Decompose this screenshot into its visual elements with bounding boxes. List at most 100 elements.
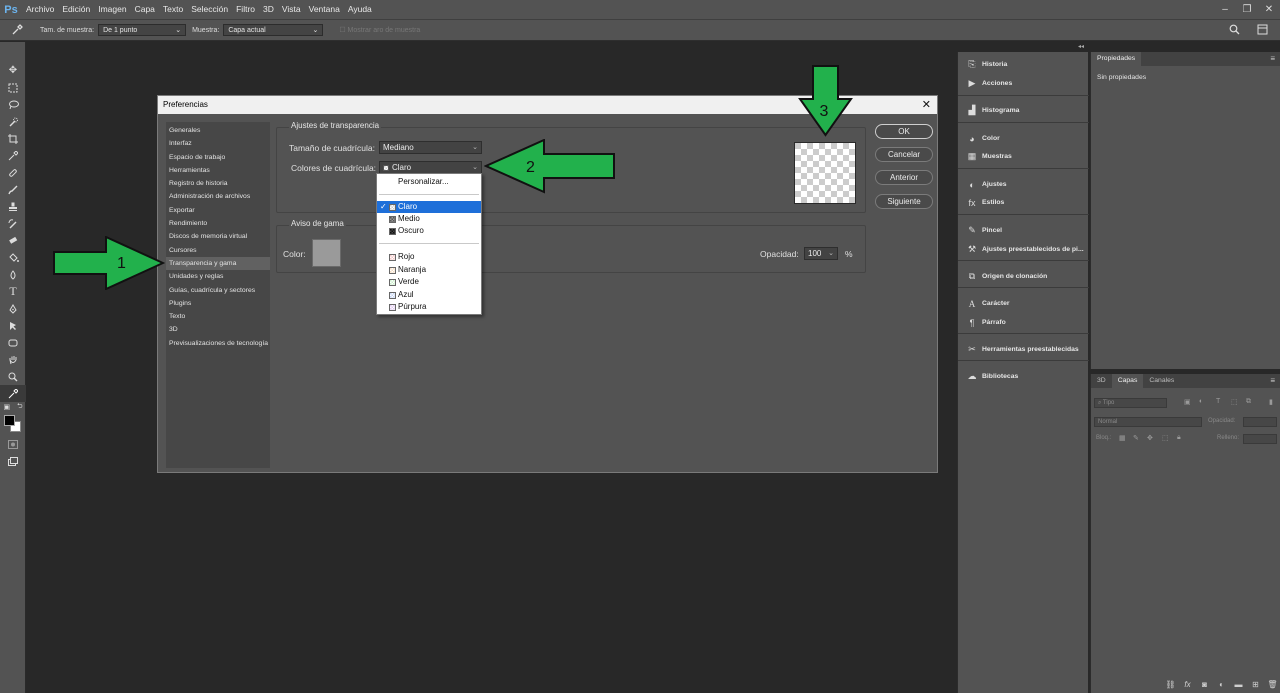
clone-stamp-tool-icon[interactable] <box>0 198 26 215</box>
menu-texto[interactable]: Texto <box>159 0 187 19</box>
dropdown-item-rojo[interactable]: Rojo <box>377 251 481 263</box>
blend-mode-select[interactable]: Normal <box>1094 417 1202 427</box>
dock-item-ajustes-preestablecidos-pincel[interactable]: ⚒ Ajustes preestablecidos de pi... <box>958 241 1089 258</box>
dropdown-item-medio[interactable]: Medio <box>377 213 481 225</box>
category-discos-de-memoria-virtual[interactable]: Discos de memoria virtual <box>166 230 270 243</box>
filter-smart-object-icon[interactable]: ⧉ <box>1246 398 1251 406</box>
dropdown-item-azul[interactable]: Azul <box>377 289 481 301</box>
hand-tool-icon[interactable] <box>0 351 26 368</box>
tab-canales[interactable]: Canales <box>1143 374 1180 388</box>
history-brush-tool-icon[interactable] <box>0 215 26 232</box>
category-interfaz[interactable]: Interfaz <box>166 137 270 150</box>
move-tool-icon[interactable]: ✥ <box>0 62 26 79</box>
category-espacio-de-trabajo[interactable]: Espacio de trabajo <box>166 151 270 164</box>
category-plugins[interactable]: Plugins <box>166 297 270 310</box>
rectangle-tool-icon[interactable] <box>0 334 26 351</box>
new-adjustment-icon[interactable]: ◐ <box>1213 680 1230 689</box>
dock-item-color[interactable]: ◕ Color <box>958 130 1089 147</box>
menu-ventana[interactable]: Ventana <box>305 0 344 19</box>
category-texto[interactable]: Texto <box>166 310 270 323</box>
dock-item-historia[interactable]: ⎘ Historia <box>958 56 1089 73</box>
dock-item-histograma[interactable]: ▟ Histograma <box>958 102 1089 119</box>
next-button[interactable]: Siguiente <box>875 194 933 209</box>
menu-edicion[interactable]: Edición <box>58 0 94 19</box>
grid-size-select[interactable]: Mediano ⌄ <box>379 141 482 154</box>
healing-brush-tool-icon[interactable] <box>0 164 26 181</box>
tab-3d[interactable]: 3D <box>1091 374 1112 388</box>
gamut-opacity-input[interactable]: 100 ⌄ <box>804 247 838 260</box>
link-layers-icon[interactable]: ⛓ <box>1162 680 1179 689</box>
eyedropper-active-tool-icon[interactable] <box>0 385 26 402</box>
minimize-button[interactable]: – <box>1214 4 1236 15</box>
category-unidades-y-reglas[interactable]: Unidades y reglas <box>166 270 270 283</box>
category-exportar[interactable]: Exportar <box>166 204 270 217</box>
menu-filtro[interactable]: Filtro <box>232 0 259 19</box>
lock-transparency-icon[interactable]: ▦ <box>1119 434 1126 442</box>
category-previsualizaciones-de-tecnologia[interactable]: Previsualizaciones de tecnología <box>166 337 270 350</box>
dock-item-parrafo[interactable]: ¶ Párrafo <box>958 314 1089 331</box>
category-herramientas[interactable]: Herramientas <box>166 164 270 177</box>
lasso-tool-icon[interactable] <box>0 96 26 113</box>
filter-image-icon[interactable]: ▣ <box>1184 398 1191 406</box>
menu-capa[interactable]: Capa <box>131 0 159 19</box>
new-group-icon[interactable]: ▬ <box>1230 680 1247 689</box>
menu-vista[interactable]: Vista <box>278 0 305 19</box>
ok-button[interactable]: OK <box>875 124 933 139</box>
category-cursores[interactable]: Cursores <box>166 244 270 257</box>
dropdown-item-verde[interactable]: Verde <box>377 276 481 288</box>
dock-item-pincel[interactable]: ✎ Pincel <box>958 222 1089 239</box>
category-administracion-de-archivos[interactable]: Administración de archivos <box>166 190 270 203</box>
category-3d[interactable]: 3D <box>166 323 270 336</box>
sample-select[interactable]: Capa actual ⌄ <box>223 24 324 36</box>
category-rendimiento[interactable]: Rendimiento <box>166 217 270 230</box>
category-registro-de-historia[interactable]: Registro de historia <box>166 177 270 190</box>
brush-tool-icon[interactable] <box>0 181 26 198</box>
category-transparencia-y-gama[interactable]: Transparencia y gama <box>166 256 270 271</box>
dock-item-estilos[interactable]: fx Estilos <box>958 194 1089 211</box>
menu-ayuda[interactable]: Ayuda <box>344 0 376 19</box>
filter-type-icon[interactable]: T <box>1216 398 1220 405</box>
eraser-tool-icon[interactable] <box>0 232 26 249</box>
show-sampling-ring-checkbox[interactable]: ☐ Mostrar aro de muestra <box>339 26 420 34</box>
quick-mask-icon[interactable] <box>0 436 26 453</box>
type-tool-icon[interactable]: T <box>0 283 26 300</box>
menu-imagen[interactable]: Imagen <box>94 0 130 19</box>
previous-button[interactable]: Anterior <box>875 170 933 185</box>
panel-menu-icon[interactable]: ≡ <box>1270 374 1275 388</box>
fill-input[interactable] <box>1243 434 1277 444</box>
trash-icon[interactable]: 🗑︎ <box>1264 680 1280 689</box>
color-swatches[interactable] <box>0 412 26 436</box>
tab-capas[interactable]: Capas <box>1111 374 1144 388</box>
cancel-button[interactable]: Cancelar <box>875 147 933 162</box>
sample-size-select[interactable]: De 1 punto ⌄ <box>98 24 187 36</box>
dialog-close-button[interactable]: ✕ <box>922 96 931 114</box>
menu-seleccion[interactable]: Selección <box>187 0 232 19</box>
eyedropper-preset-icon[interactable] <box>0 22 34 39</box>
dock-item-herramientas-preestablecidas[interactable]: ✂ Herramientas preestablecidas <box>958 341 1089 358</box>
quick-selection-tool-icon[interactable] <box>0 113 26 130</box>
lock-all-icon[interactable]: 🔒︎ <box>1177 434 1181 442</box>
paint-bucket-tool-icon[interactable] <box>0 249 26 266</box>
path-selection-tool-icon[interactable] <box>0 317 26 334</box>
dropdown-item-claro[interactable]: ✓ Claro <box>377 201 481 213</box>
menu-3d[interactable]: 3D <box>259 0 278 19</box>
menu-archivo[interactable]: Archivo <box>22 0 58 19</box>
dock-item-ajustes[interactable]: ◐ Ajustes <box>958 176 1089 193</box>
add-mask-icon[interactable]: ◙ <box>1196 680 1213 689</box>
filter-shape-icon[interactable]: ⬚ <box>1231 398 1238 406</box>
blur-tool-icon[interactable] <box>0 266 26 283</box>
lock-pixels-icon[interactable]: ✎ <box>1133 434 1139 442</box>
close-window-button[interactable]: ✕ <box>1258 4 1280 15</box>
crop-tool-icon[interactable] <box>0 130 26 147</box>
filter-toggle-icon[interactable]: ▮ <box>1269 398 1273 406</box>
gamut-color-swatch[interactable] <box>312 239 341 267</box>
screen-mode-icon[interactable] <box>0 453 26 470</box>
restore-button[interactable]: ❐ <box>1236 4 1258 15</box>
dock-item-muestras[interactable]: ▦ Muestras <box>958 148 1089 165</box>
swap-colors-icon[interactable]: ▣ ⮌ <box>0 402 26 412</box>
eyedropper-tool-icon[interactable] <box>0 147 26 164</box>
category-generales[interactable]: Generales <box>166 124 270 137</box>
tab-propiedades[interactable]: Propiedades <box>1091 52 1142 66</box>
collapse-dock-icon[interactable]: ◂◂ <box>1078 43 1084 50</box>
dropdown-item-naranja[interactable]: Naranja <box>377 264 481 276</box>
